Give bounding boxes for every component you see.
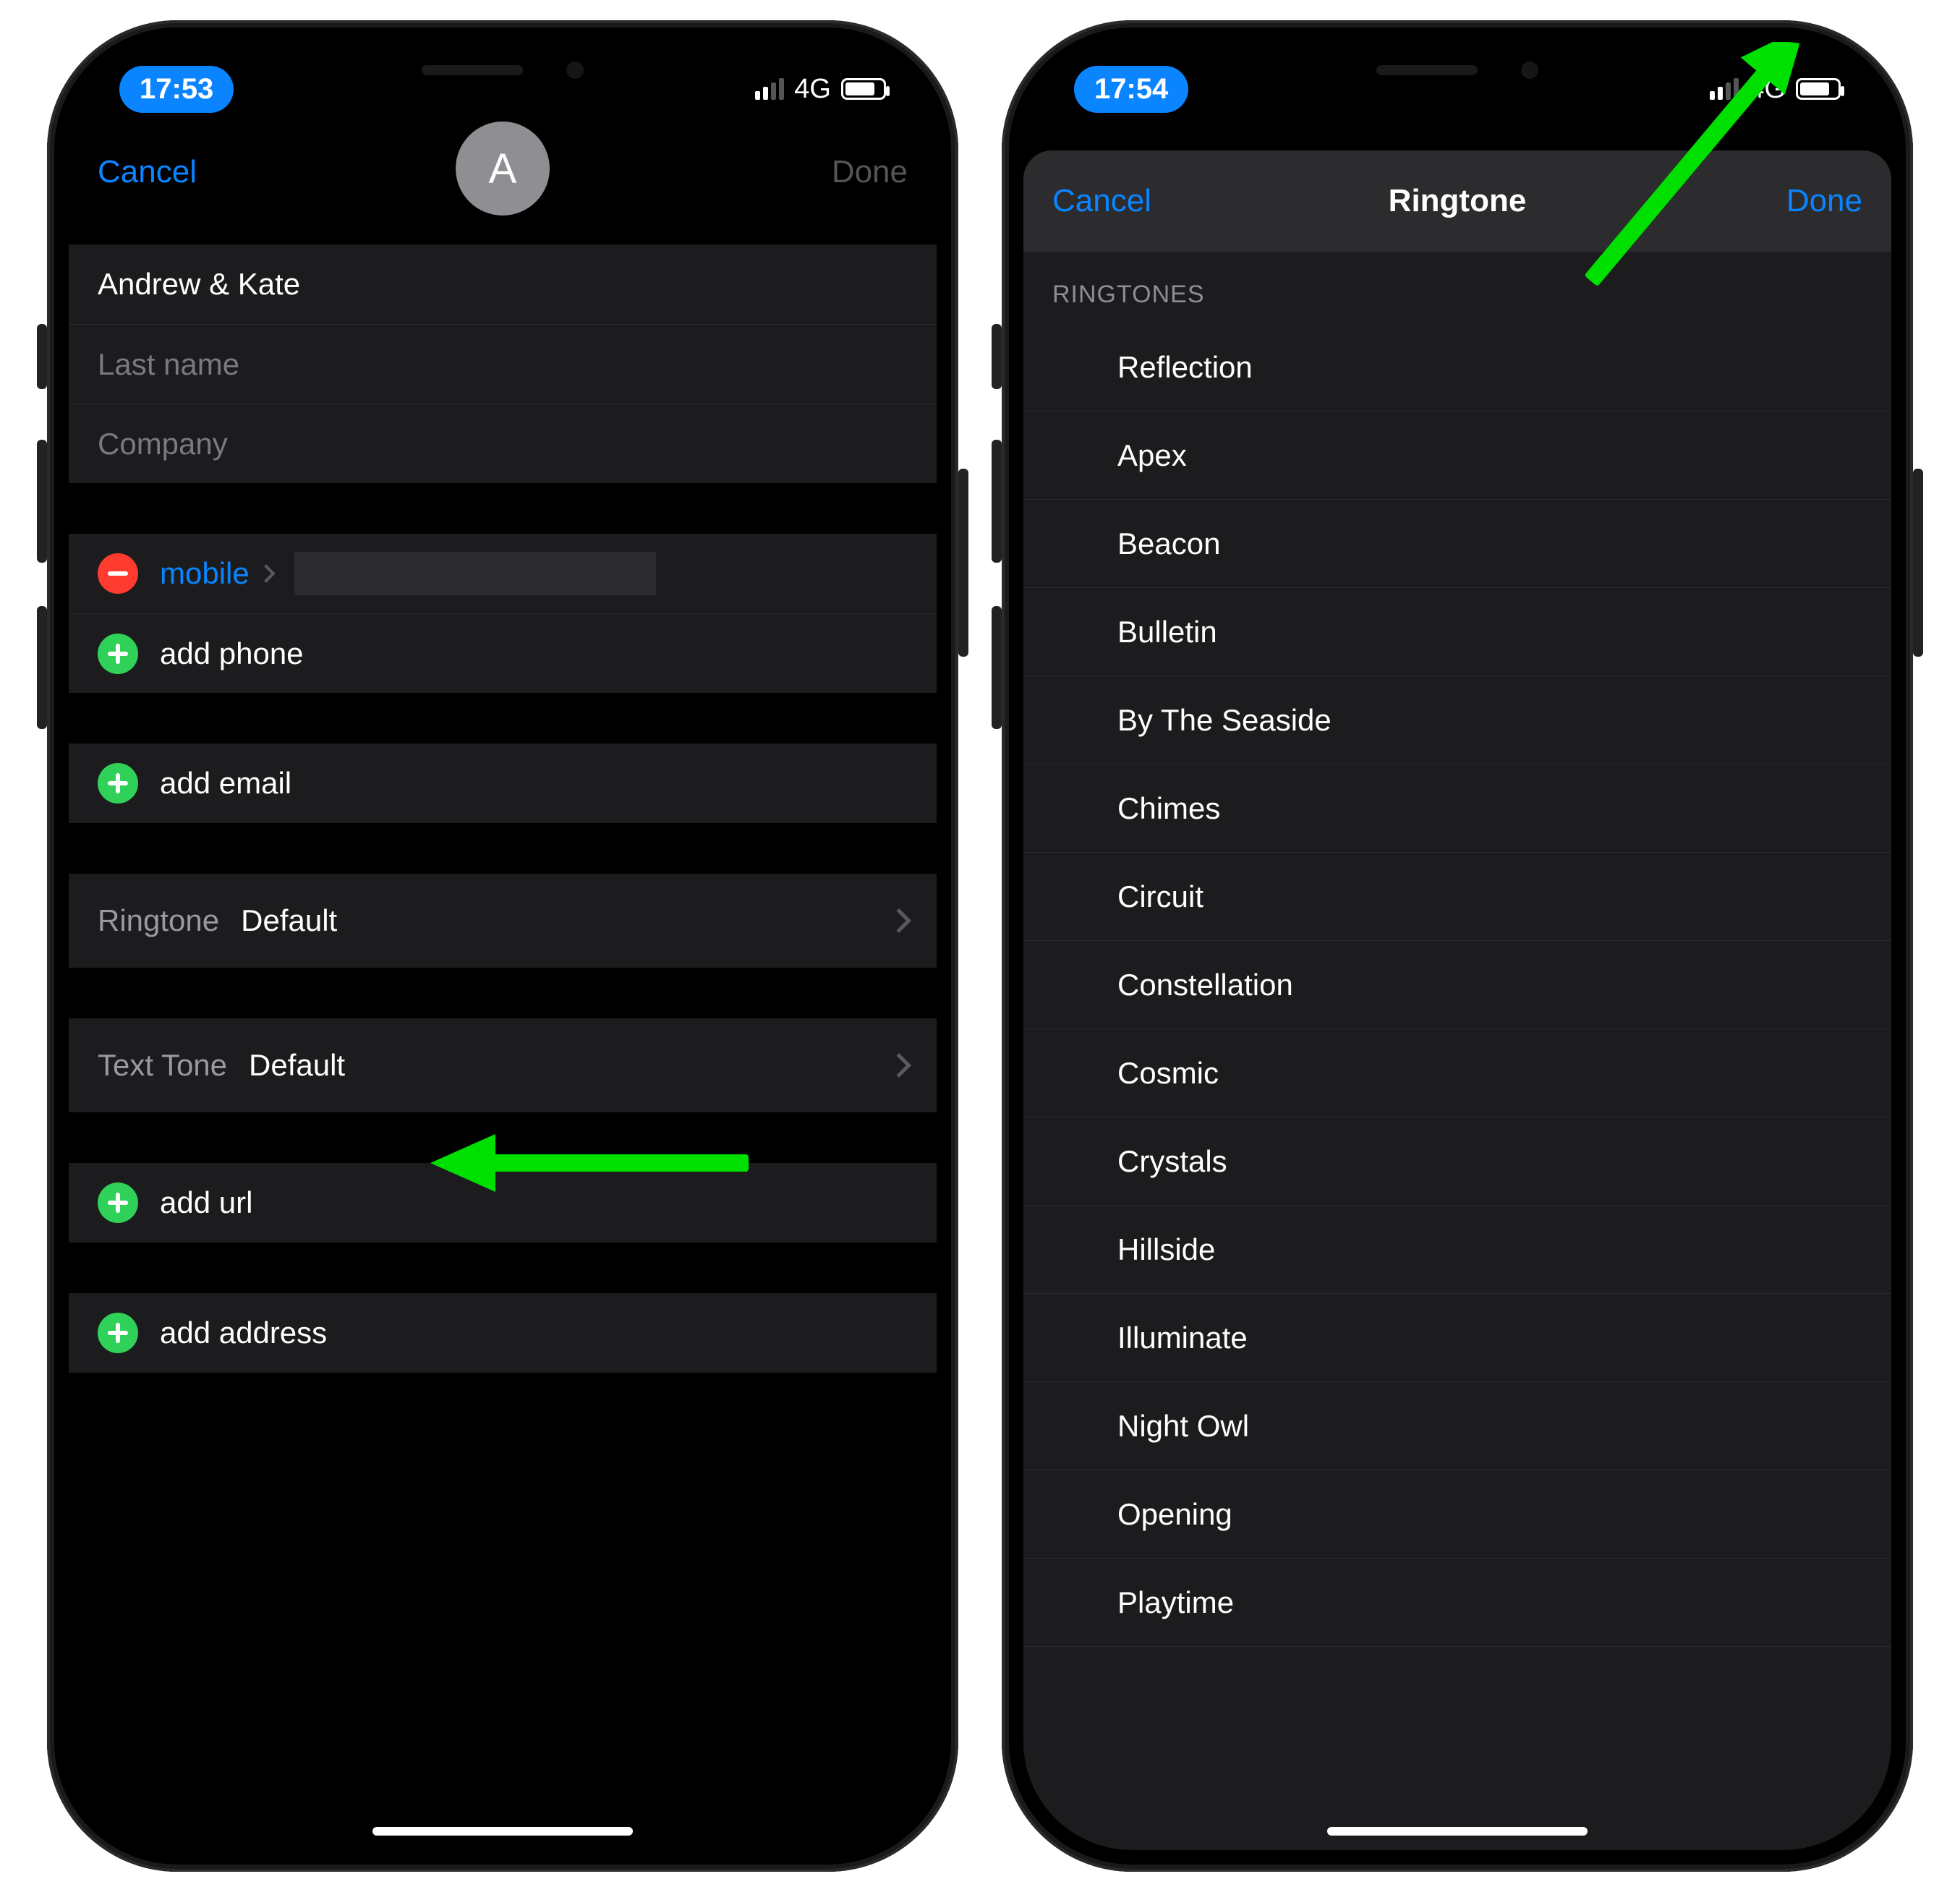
chevron-right-icon [887, 1053, 911, 1078]
ringtone-item[interactable]: Apex [1023, 412, 1891, 500]
network-label: 4G [794, 74, 831, 105]
add-email-row[interactable]: add email [69, 743, 937, 823]
ringtone-item[interactable]: Opening [1023, 1470, 1891, 1559]
notch [300, 42, 705, 98]
add-icon [98, 634, 138, 674]
notch [1255, 42, 1660, 98]
add-icon [98, 1182, 138, 1223]
contact-avatar[interactable]: A [456, 122, 550, 216]
ringtones-section-header: RINGTONES [1023, 252, 1891, 323]
ringtone-item[interactable]: Reflection [1023, 323, 1891, 412]
ringtone-item[interactable]: Hillside [1023, 1206, 1891, 1294]
first-name-value: Andrew & Kate [98, 267, 300, 302]
add-icon [98, 763, 138, 804]
home-indicator[interactable] [372, 1827, 633, 1836]
texttone-label: Text Tone [98, 1048, 227, 1083]
phone-type[interactable]: mobile [160, 556, 250, 591]
add-url-row[interactable]: add url [69, 1163, 937, 1243]
screen-left: 17:53 4G Cancel Done A Andrew & Kate Las… [69, 42, 937, 1850]
ringtone-list[interactable]: ReflectionApexBeaconBulletinBy The Seasi… [1023, 323, 1891, 1647]
chevron-mini-icon [257, 564, 275, 582]
phone-number-redacted[interactable] [294, 552, 656, 595]
add-phone-label: add phone [160, 636, 304, 671]
add-email-label: add email [160, 766, 291, 801]
battery-icon [1796, 78, 1841, 100]
cancel-button[interactable]: Cancel [98, 154, 228, 190]
remove-icon[interactable] [98, 553, 138, 594]
company-placeholder: Company [98, 427, 228, 461]
ringtone-item[interactable]: Illuminate [1023, 1294, 1891, 1382]
phone-left: 17:53 4G Cancel Done A Andrew & Kate Las… [47, 20, 958, 1872]
ringtone-item[interactable]: Circuit [1023, 853, 1891, 941]
ringtone-item[interactable]: Cosmic [1023, 1029, 1891, 1117]
content: Andrew & Kate Last name Company mobile [69, 244, 937, 1850]
last-name-placeholder: Last name [98, 347, 239, 382]
ringtone-item[interactable]: Constellation [1023, 941, 1891, 1029]
done-button[interactable]: Done [777, 154, 908, 190]
status-time: 17:53 [119, 66, 234, 113]
battery-icon [841, 78, 886, 100]
ringtone-item[interactable]: Night Owl [1023, 1382, 1891, 1470]
add-phone-row[interactable]: add phone [69, 613, 937, 693]
ringtone-item[interactable]: Playtime [1023, 1559, 1891, 1647]
ringtone-row[interactable]: Ringtone Default [69, 874, 937, 968]
add-address-label: add address [160, 1316, 327, 1350]
ringtone-value: Default [241, 903, 337, 938]
status-time: 17:54 [1074, 66, 1188, 113]
ringtone-item[interactable]: Chimes [1023, 764, 1891, 853]
add-icon [98, 1313, 138, 1353]
phone-right: 17:54 4G Cancel Ringtone Done RINGTONES … [1002, 20, 1913, 1872]
texttone-row[interactable]: Text Tone Default [69, 1018, 937, 1112]
signal-icon [755, 78, 784, 100]
ringtone-item[interactable]: By The Seaside [1023, 676, 1891, 764]
add-address-row[interactable]: add address [69, 1293, 937, 1373]
ringtone-item[interactable]: Bulletin [1023, 588, 1891, 676]
chevron-right-icon [887, 908, 911, 933]
ringtone-item[interactable]: Beacon [1023, 500, 1891, 588]
ringtone-label: Ringtone [98, 903, 219, 938]
done-button[interactable]: Done [1732, 183, 1862, 219]
screen-right: 17:54 4G Cancel Ringtone Done RINGTONES … [1023, 42, 1891, 1850]
sheet-navbar: Cancel Ringtone Done [1023, 150, 1891, 252]
company-field[interactable]: Company [69, 404, 937, 483]
ringtone-item[interactable]: Crystals [1023, 1117, 1891, 1206]
cancel-button[interactable]: Cancel [1052, 183, 1183, 219]
texttone-value: Default [249, 1048, 345, 1083]
ringtone-sheet: Cancel Ringtone Done RINGTONES Reflectio… [1023, 150, 1891, 1850]
phone-row[interactable]: mobile [69, 534, 937, 613]
home-indicator[interactable] [1327, 1827, 1588, 1836]
add-url-label: add url [160, 1185, 252, 1220]
first-name-field[interactable]: Andrew & Kate [69, 244, 937, 324]
last-name-field[interactable]: Last name [69, 324, 937, 404]
